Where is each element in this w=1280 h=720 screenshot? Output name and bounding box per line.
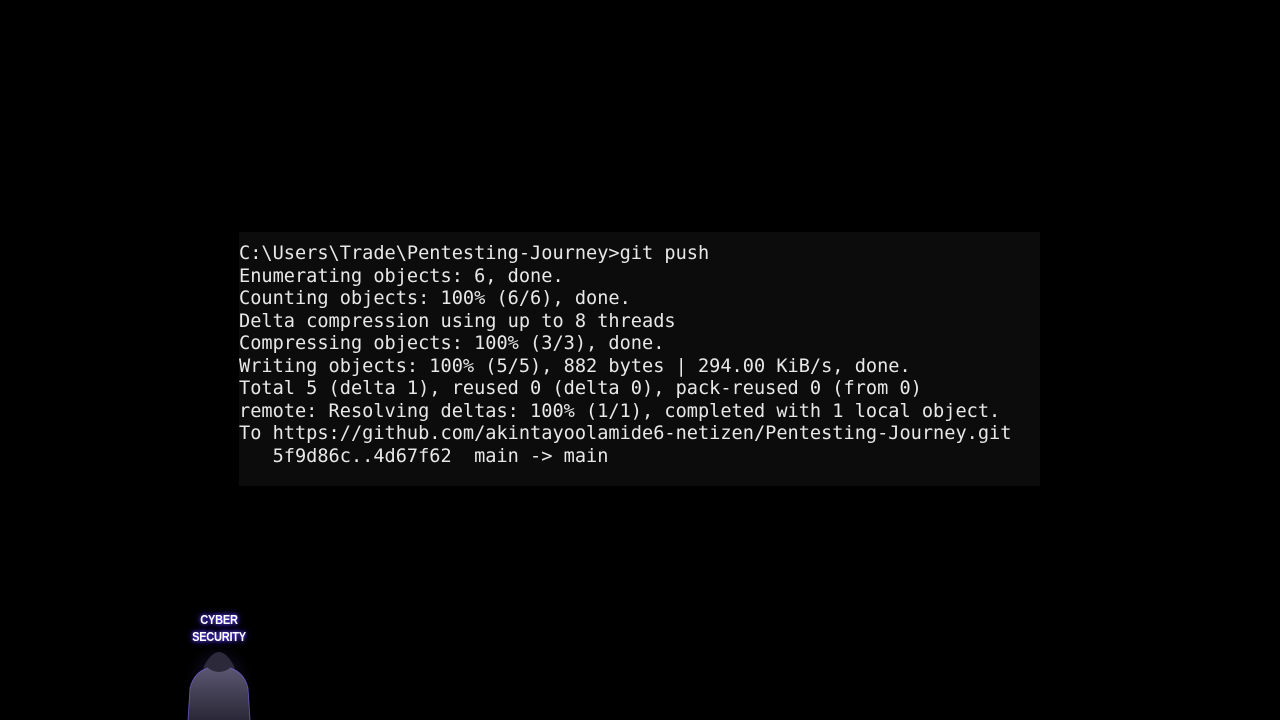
terminal-line: Compressing objects: 100% (3/3), done. [239,333,665,354]
badge-title-security: SECURITY [192,629,246,644]
cyber-security-badge: CYBER SECURITY [184,608,254,720]
terminal-line: Counting objects: 100% (6/6), done. [239,288,631,309]
badge-title-cyber: CYBER [200,612,238,627]
terminal-line: Enumerating objects: 6, done. [239,265,564,287]
terminal-line: Delta compression using up to 8 threads [239,310,676,332]
terminal-output[interactable]: C:\Users\Trade\Pentesting-Journey>git pu… [239,232,1040,486]
terminal-line: Writing objects: 100% (5/5), 882 bytes |… [239,355,911,377]
terminal-line: 5f9d86c..4d67f62 main -> main [239,445,609,467]
terminal-line-remote-url: To https://github.com/akintayoolamide6-n… [239,423,1012,444]
terminal-line: remote: Resolving deltas: 100% (1/1), co… [239,400,1001,422]
terminal-line: Total 5 (delta 1), reused 0 (delta 0), p… [239,378,922,399]
terminal-line-command: C:\Users\Trade\Pentesting-Journey>git pu… [239,243,710,264]
